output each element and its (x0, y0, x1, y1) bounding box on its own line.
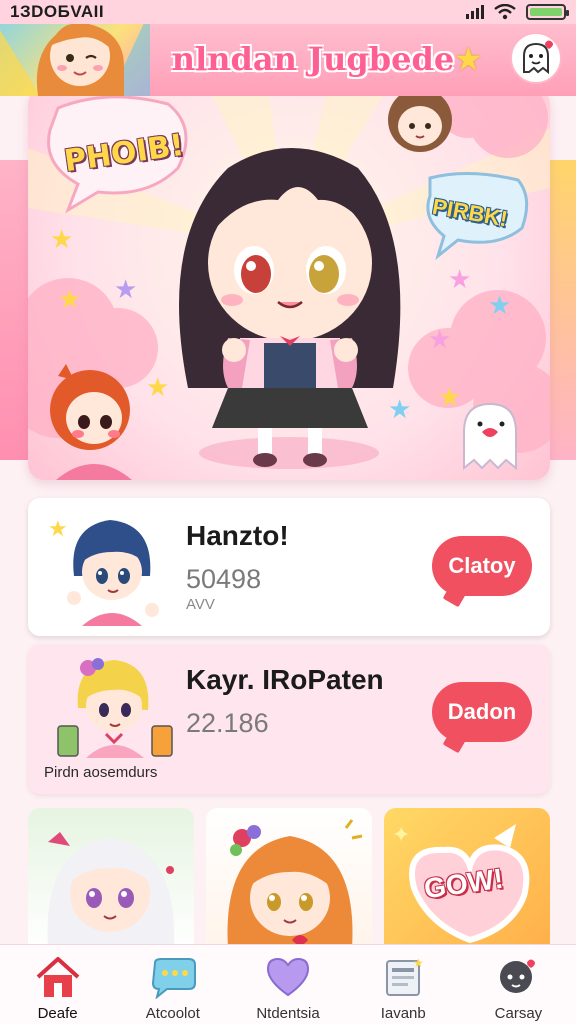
app-title: nlndan Jugbede (171, 40, 455, 78)
card-score: 50498 (186, 564, 262, 594)
svg-text:✦: ✦ (392, 823, 410, 848)
card-subtitle: AVV (186, 596, 215, 613)
svg-text:★: ★ (114, 275, 137, 305)
character-avatar (57, 658, 173, 758)
svg-text:★: ★ (438, 383, 461, 413)
character-card[interactable]: Kayr. IRoPaten 22.186 Pirdn aosemdurs Da… (28, 644, 550, 794)
svg-text:★: ★ (413, 956, 424, 970)
status-bar: 1ЗDOБVAII (0, 0, 576, 24)
card-title: Hanzto! (186, 520, 289, 551)
gallery-tile[interactable] (206, 808, 372, 948)
nav-item-favorites[interactable]: Ntdentsia (230, 945, 345, 1024)
svg-text:★: ★ (388, 395, 411, 425)
svg-text:★: ★ (58, 285, 81, 315)
status-time: 1ЗDOБVAII (10, 2, 105, 21)
svg-text:★: ★ (448, 265, 471, 295)
card-caption: Pirdn aosemdurs (44, 764, 158, 781)
svg-text:★: ★ (146, 373, 169, 403)
svg-text:★: ★ (428, 325, 451, 355)
heart-icon (266, 957, 310, 997)
card-score: 22.186 (186, 708, 269, 738)
hero-banner[interactable]: ★ ★ ★ ★ ★ ★ ★ ★ ★ PHOIB! PIRBK! (28, 88, 550, 480)
status-icons (466, 4, 569, 20)
svg-text:★: ★ (50, 225, 73, 255)
character-illustration (227, 819, 363, 948)
gallery-tile[interactable]: ✦ GOW! (384, 808, 550, 948)
gallery-tile[interactable] (28, 808, 194, 948)
decorative-stripe (550, 160, 576, 460)
nav-item-home[interactable]: Deafe (0, 945, 115, 1024)
nav-label: Iavanb (380, 1005, 426, 1022)
news-icon: ★ (386, 956, 424, 996)
character-illustration (47, 832, 175, 948)
svg-text:★: ★ (48, 517, 68, 542)
character-avatar: ★ (48, 517, 159, 626)
svg-text:★: ★ (488, 291, 511, 321)
bottom-navigation: Deafe Atcoolot Ntdentsia ★ Iavanb Carsay (0, 944, 576, 1024)
battery-icon (526, 4, 569, 20)
signal-icon (466, 5, 484, 19)
nav-label: Atcoolot (145, 1005, 200, 1022)
nav-item-chat[interactable]: Atcoolot (115, 945, 230, 1024)
nav-item-profile[interactable]: Carsay (461, 945, 576, 1024)
ghost-mascot-icon (523, 40, 553, 75)
star-icon: ★ (454, 41, 483, 77)
nav-label: Ntdentsia (256, 1005, 320, 1022)
nav-item-news[interactable]: ★ Iavanb (346, 945, 461, 1024)
profile-icon (500, 959, 536, 993)
card-action-button[interactable]: Dadon (432, 682, 532, 742)
card-action-button[interactable]: Clatoy (432, 536, 532, 596)
home-icon (36, 957, 79, 997)
wifi-icon (494, 4, 516, 20)
character-card[interactable]: ★ Hanzto! 50498 AVV Clatoy (28, 498, 550, 636)
mascot-profile-button[interactable] (510, 32, 562, 84)
card-title: Kayr. IRoPaten (186, 664, 384, 695)
nav-label: Deafe (37, 1005, 78, 1022)
nav-label: Carsay (494, 1005, 543, 1022)
chat-icon (151, 958, 196, 999)
decorative-stripe (0, 160, 28, 460)
